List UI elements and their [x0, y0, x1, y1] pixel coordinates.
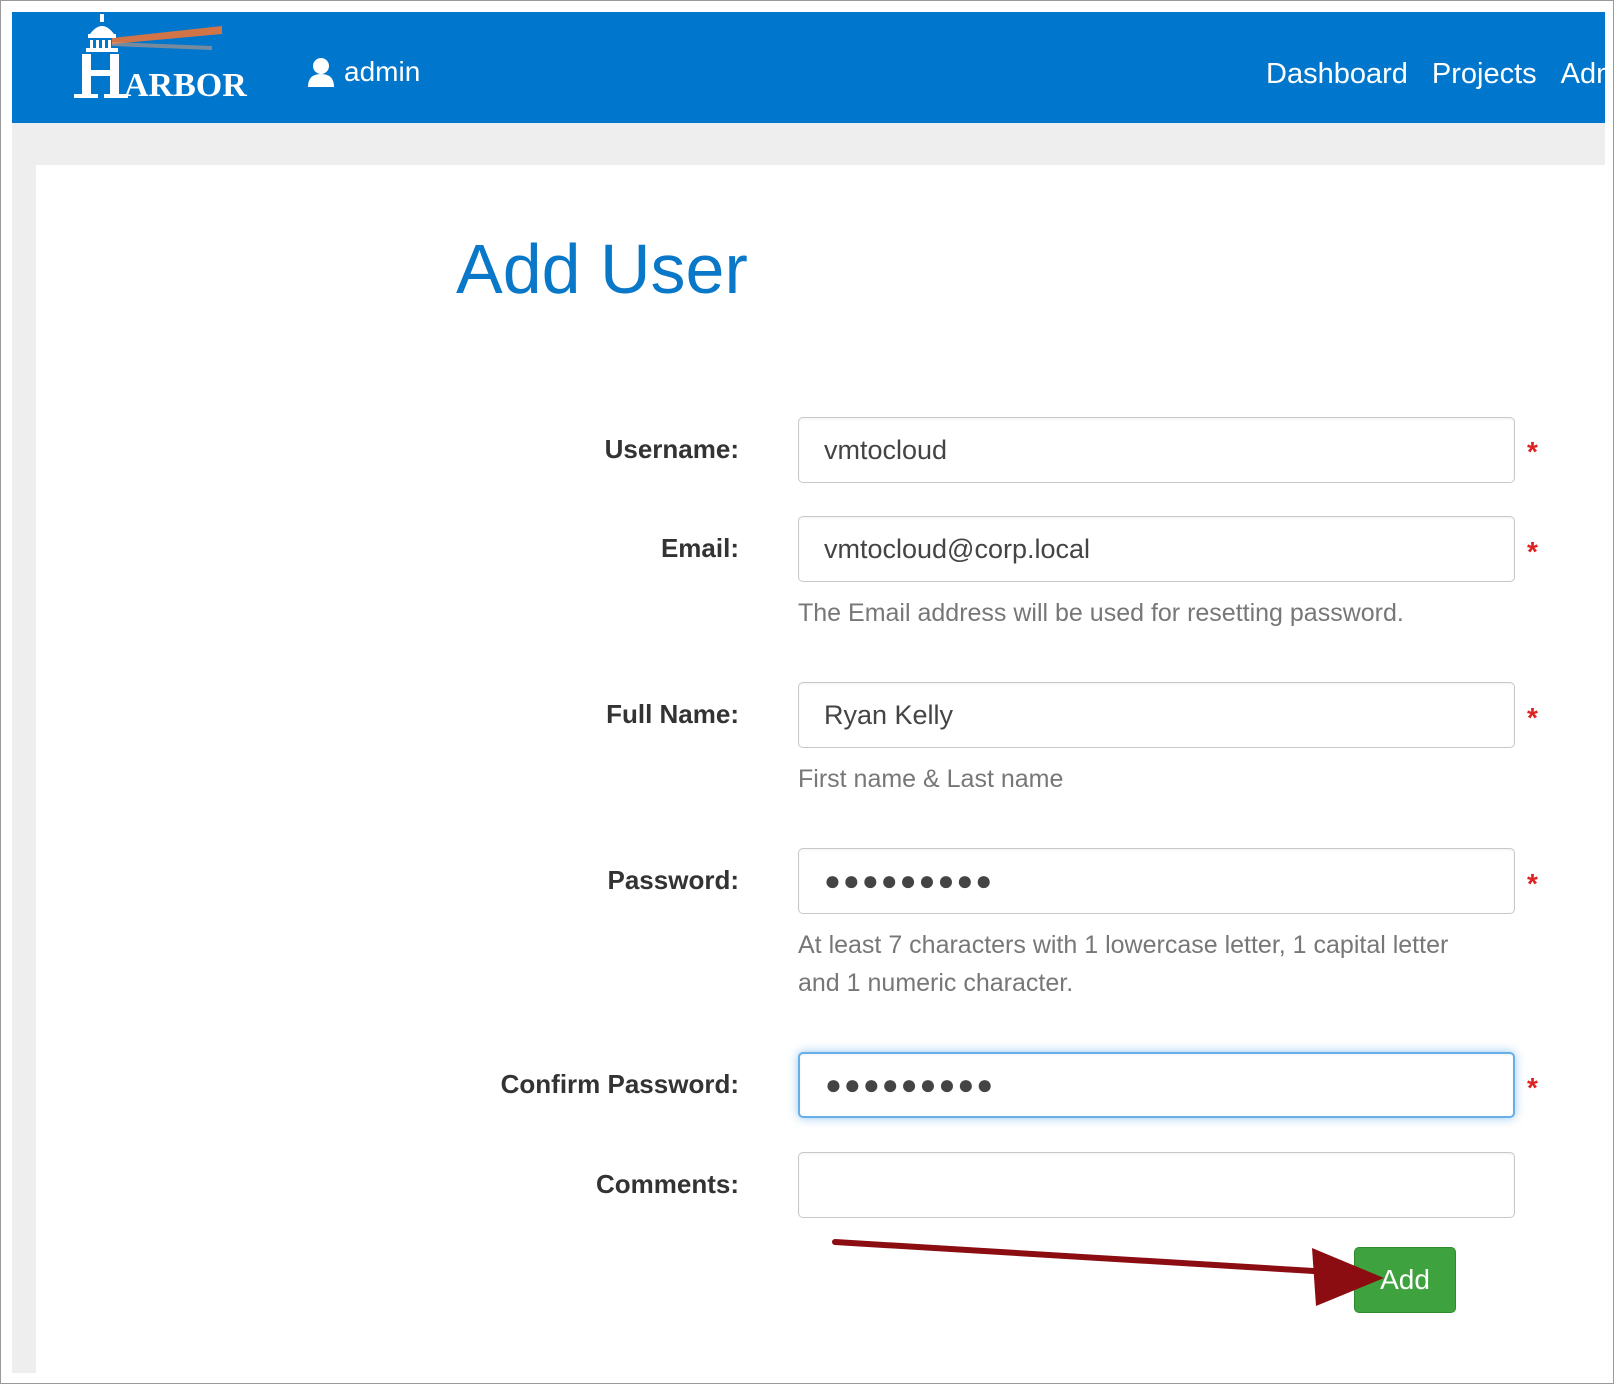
main-nav: Dashboard Projects Adm: [1266, 58, 1605, 91]
password-help-text-line1: At least 7 characters with 1 lowercase l…: [798, 931, 1449, 959]
username-label: Username:: [604, 434, 739, 464]
full-name-required-marker: *: [1527, 702, 1538, 733]
password-help-text-line2: and 1 numeric character.: [798, 969, 1074, 997]
page-title: Add User: [456, 230, 748, 308]
email-label: Email:: [660, 533, 739, 563]
nav-admin[interactable]: Adm: [1561, 58, 1605, 91]
svg-text:ARBOR: ARBOR: [124, 67, 247, 104]
full-name-help-text: First name & Last name: [798, 765, 1064, 793]
email-help-text: The Email address will be used for reset…: [798, 599, 1404, 627]
password-label: Password:: [607, 865, 740, 895]
full-name-label: Full Name:: [606, 699, 739, 729]
email-required-marker: *: [1527, 536, 1538, 567]
username-label: admin: [344, 56, 421, 87]
comments-label: Comments:: [595, 1169, 739, 1199]
harbor-logo[interactable]: ARBOR: [62, 12, 252, 122]
confirm-password-label: Confirm Password:: [500, 1069, 739, 1099]
top-navbar: ARBOR admin Dashboard Projects Adm: [12, 12, 1605, 123]
nav-projects[interactable]: Projects: [1432, 58, 1537, 91]
lighthouse-logo-icon: ARBOR: [74, 14, 247, 104]
confirm-password-required-marker: *: [1527, 1072, 1538, 1103]
add-user-button[interactable]: Add: [1354, 1247, 1456, 1313]
full-name-input[interactable]: [798, 682, 1515, 748]
password-input[interactable]: [798, 848, 1515, 914]
confirm-password-input[interactable]: [798, 1052, 1515, 1118]
username-required-marker: *: [1527, 436, 1538, 467]
current-user[interactable]: admin: [308, 52, 420, 92]
username-input[interactable]: [798, 417, 1515, 483]
user-icon: [308, 58, 334, 87]
password-required-marker: *: [1527, 868, 1538, 899]
email-input[interactable]: [798, 516, 1515, 582]
comments-input[interactable]: [798, 1152, 1515, 1218]
nav-dashboard[interactable]: Dashboard: [1266, 58, 1408, 91]
